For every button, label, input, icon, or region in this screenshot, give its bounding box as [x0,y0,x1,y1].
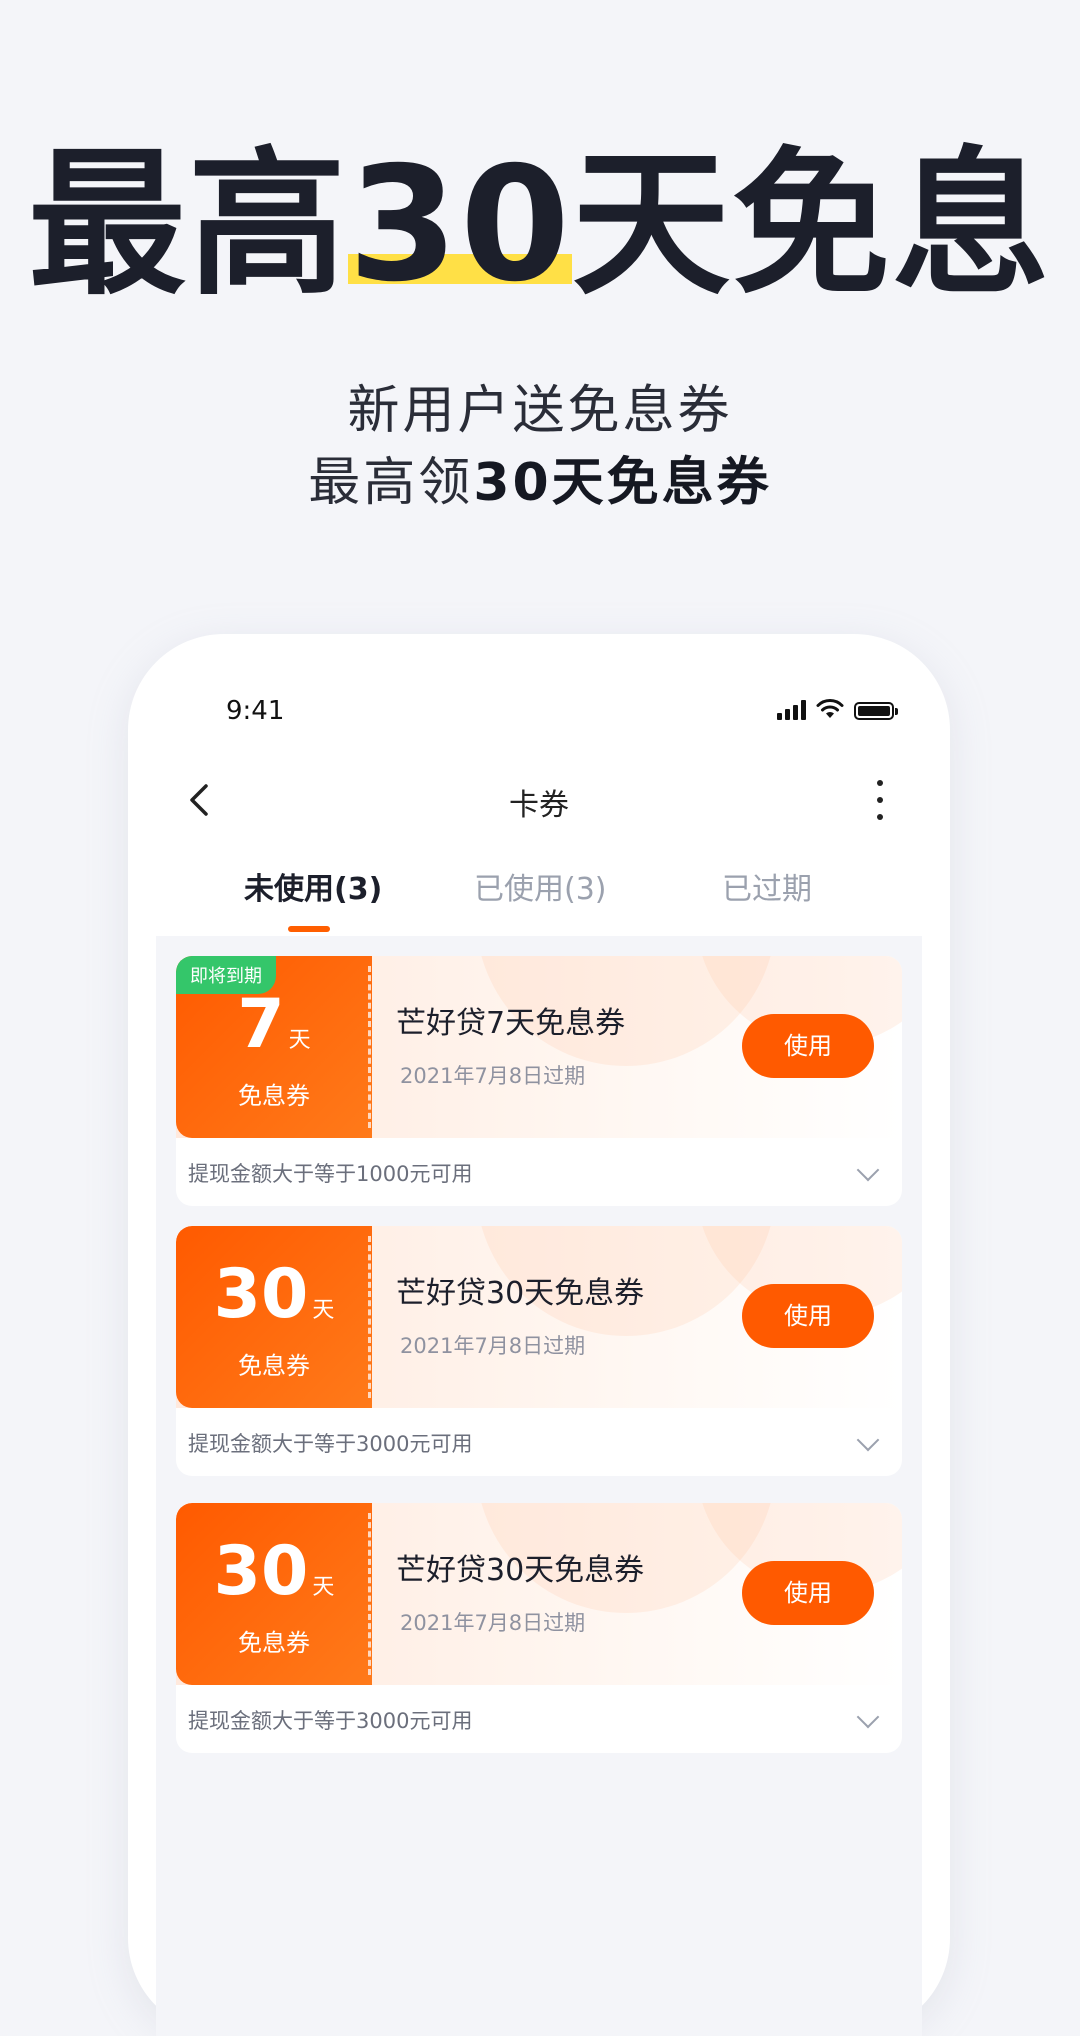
coupon-unit: 天 [312,1575,335,1600]
coupon-condition: 提现金额大于等于3000元可用 [188,1709,473,1733]
coupon-unit: 天 [312,1298,335,1323]
coupon-amount: 30 [213,1255,309,1334]
coupon-type-label: 免息券 [238,1629,310,1657]
coupon-body: 30 天 免息券 芒好贷30天免息券 2021年7月8日过期 使用 [176,1226,902,1408]
tab-used[interactable]: 已使用(3) [474,864,607,908]
battery-icon [854,702,898,720]
tab-expired[interactable]: 已过期 [722,864,812,908]
coupon-card: 30 天 免息券 芒好贷30天免息券 2021年7月8日过期 使用 提现金额大于等… [176,1226,902,1476]
coupon-expire-date: 2021年7月8日过期 [400,1064,586,1088]
perforation-divider [368,1236,371,1398]
status-time: 9:41 [226,696,285,726]
use-coupon-button[interactable]: 使用 [742,1014,874,1078]
coupon-card: 即将到期 7天 免息券 芒好贷7天免息券 2021年7月8日过期 使用 提现金额… [176,956,902,1206]
coupon-list: 即将到期 7天 免息券 芒好贷7天免息券 2021年7月8日过期 使用 提现金额… [156,936,922,2036]
coupon-body: 即将到期 7天 免息券 芒好贷7天免息券 2021年7月8日过期 使用 [176,956,902,1138]
hero-title: 最高30天免息 [0,140,1080,310]
chevron-down-icon[interactable] [856,1428,880,1452]
coupon-expire-date: 2021年7月8日过期 [400,1334,586,1358]
subtitle-line2-prefix: 最高领 [308,453,474,513]
coupon-unit: 天 [288,1028,311,1053]
status-icons [777,696,898,720]
nav-bar: 卡券 [128,764,950,844]
hero-title-prefix: 最高 [28,133,349,317]
chevron-down-icon[interactable] [856,1158,880,1182]
wifi-icon [816,699,844,718]
coupon-value-tag: 30 天 免息券 [176,1503,372,1685]
coupon-value-tag: 30 天 免息券 [176,1226,372,1408]
coupon-name: 芒好贷30天免息券 [396,1553,645,1588]
coupon-name: 芒好贷30天免息券 [396,1276,645,1311]
use-coupon-button[interactable]: 使用 [742,1561,874,1625]
chevron-down-icon[interactable] [856,1705,880,1729]
tab-unused[interactable]: 未使用(3) [244,864,382,908]
coupon-body: 30 天 免息券 芒好贷30天免息券 2021年7月8日过期 使用 [176,1503,902,1685]
coupon-amount: 30 [213,1532,309,1611]
perforation-divider [368,1513,371,1675]
use-coupon-button[interactable]: 使用 [742,1284,874,1348]
coupon-amount: 7 [237,985,285,1064]
cellular-signal-icon [777,698,806,720]
coupon-name: 芒好贷7天免息券 [396,1006,626,1041]
coupon-type-label: 免息券 [238,1352,310,1380]
more-options-icon[interactable] [870,780,890,820]
coupon-condition: 提现金额大于等于3000元可用 [188,1432,473,1456]
hero-subtitle-line1: 新用户送免息券 [347,381,733,441]
perforation-divider [368,966,371,1128]
hero-title-suffix: 天免息 [571,133,1052,317]
coupon-expire-date: 2021年7月8日过期 [400,1611,586,1635]
subtitle-line2-bold: 30天免息券 [473,453,772,513]
hero-title-highlight: 30 [348,133,572,317]
coupon-type-label: 免息券 [238,1082,310,1110]
coupon-condition-row[interactable]: 提现金额大于等于3000元可用 [176,1685,902,1753]
hero-subtitle-line2: 最高领30天免息券 [0,440,1080,515]
coupon-card: 30 天 免息券 芒好贷30天免息券 2021年7月8日过期 使用 提现金额大于等… [176,1503,902,1753]
coupon-condition: 提现金额大于等于1000元可用 [188,1162,473,1186]
page-title: 卡券 [509,788,569,823]
coupon-condition-row[interactable]: 提现金额大于等于3000元可用 [176,1408,902,1476]
coupon-condition-row[interactable]: 提现金额大于等于1000元可用 [176,1138,902,1206]
coupon-tabs: 未使用(3) 已使用(3) 已过期 [128,864,950,924]
coupon-value-tag: 即将到期 7天 免息券 [176,956,372,1138]
phone-mockup: 9:41 卡券 未使用(3) 已使用(3) 已过期 即将到期 7 天 免息券 芒… [128,634,950,2036]
tab-active-indicator [288,926,330,932]
